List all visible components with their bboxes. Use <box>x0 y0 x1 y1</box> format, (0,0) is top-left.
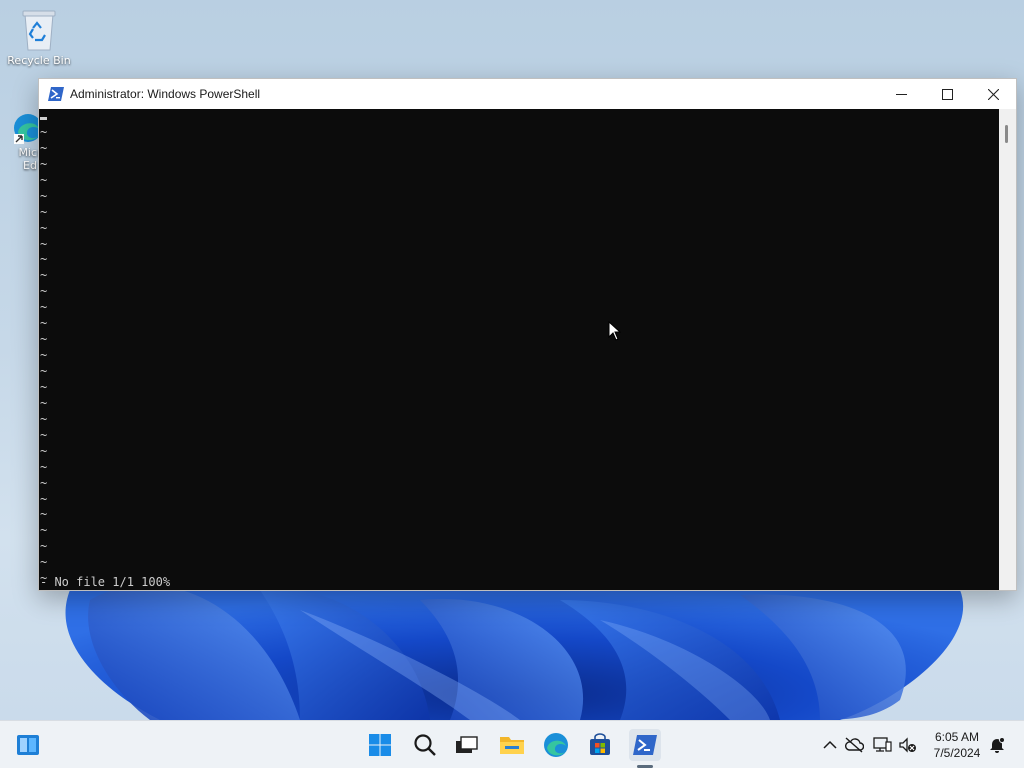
close-button[interactable] <box>970 79 1016 109</box>
chevron-up-icon <box>823 740 837 749</box>
empty-buffer-line: ~ <box>40 507 48 522</box>
powershell-taskbar-button[interactable] <box>629 729 661 761</box>
store-icon <box>590 733 610 755</box>
empty-buffer-line: ~ <box>40 124 48 139</box>
onedrive-tray-icon[interactable] <box>843 733 865 757</box>
powershell-icon <box>48 87 64 101</box>
maximize-button[interactable] <box>924 79 970 109</box>
empty-buffer-line: ~ <box>40 332 48 347</box>
empty-buffer-line: ~ <box>40 411 48 426</box>
empty-buffer-line: ~ <box>40 364 48 378</box>
start-button[interactable] <box>364 729 396 761</box>
show-hidden-icons-button[interactable] <box>819 733 841 757</box>
powershell-window[interactable]: Administrator: Windows PowerShell ~ ~ ~ ~ ~ ~… <box>38 78 1017 591</box>
empty-buffer-line: ~ <box>40 427 48 442</box>
empty-buffer-line: ~ <box>40 204 48 219</box>
recycle-bin-icon <box>22 10 56 51</box>
clock-time: 6:05 AM <box>934 730 980 744</box>
network-tray-icon[interactable] <box>871 733 893 757</box>
console-scrollbar[interactable] <box>999 109 1016 590</box>
task-view-button[interactable] <box>450 729 482 761</box>
empty-buffer-line: ~ <box>40 475 48 490</box>
empty-buffer-line: ~ <box>40 459 48 474</box>
empty-buffer-line: ~ <box>40 188 48 203</box>
desktop: Recycle Bin Micr Ed Administrator: Windo… <box>0 0 1024 768</box>
empty-buffer-line: ~ <box>40 252 48 267</box>
file-explorer-button[interactable] <box>496 729 528 761</box>
taskbar: 6:05 AM 7/5/2024 <box>0 720 1024 768</box>
notification-bell-icon <box>990 737 1005 753</box>
empty-buffer-line: ~ <box>40 236 48 251</box>
empty-buffer-line: ~ <box>40 348 48 363</box>
edge-icon <box>544 733 568 757</box>
cloud-offline-icon <box>845 737 864 753</box>
search-icon <box>414 734 436 756</box>
window-title: Administrator: Windows PowerShell <box>70 87 261 101</box>
desktop-icon-label: Recycle Bin <box>7 54 71 67</box>
mouse-pointer-icon <box>608 321 622 341</box>
empty-buffer-line: ~ <box>40 571 48 586</box>
title-bar[interactable]: Administrator: Windows PowerShell <box>39 79 1016 109</box>
console-area[interactable]: ~ ~ ~ ~ ~ ~ ~ ~ ~ ~ ~ ~ ~ ~ ~ ~ ~ ~ ~ ~ ~ ~ ~ ~ ~ ~ ~ ~ ~ - No file … <box>39 109 999 590</box>
folder-icon <box>500 737 524 754</box>
empty-buffer-line: ~ <box>40 220 48 235</box>
console-cursor-line <box>40 109 999 125</box>
minimize-icon <box>895 93 907 95</box>
empty-buffer-line: ~ <box>40 395 48 410</box>
tilde-lines: ~ ~ ~ ~ ~ ~ ~ ~ ~ ~ ~ ~ ~ ~ ~ ~ ~ ~ ~ ~ ~ ~ ~ ~ ~ ~ ~ ~ ~ <box>40 125 999 587</box>
scrollbar-thumb[interactable] <box>1005 125 1008 143</box>
empty-buffer-line: ~ <box>40 140 48 155</box>
empty-buffer-line: ~ <box>40 491 48 506</box>
widgets-icon <box>17 735 39 755</box>
task-view-icon <box>456 736 478 753</box>
empty-buffer-line: ~ <box>40 300 48 315</box>
empty-buffer-line: ~ <box>40 443 48 458</box>
powershell-icon <box>633 735 657 755</box>
empty-buffer-line: ~ <box>40 523 48 538</box>
volume-tray-icon[interactable] <box>897 733 919 757</box>
window-controls <box>878 79 1016 109</box>
volume-muted-icon <box>899 737 916 753</box>
empty-buffer-line: ~ <box>40 268 48 283</box>
widgets-button[interactable] <box>12 729 44 761</box>
clock-date: 7/5/2024 <box>933 746 981 760</box>
text-cursor <box>40 117 47 120</box>
maximize-icon <box>941 88 953 100</box>
search-button[interactable] <box>409 729 441 761</box>
empty-buffer-line: ~ <box>40 316 48 331</box>
windows-logo-icon <box>369 734 391 756</box>
edge-taskbar-button[interactable] <box>540 729 572 761</box>
empty-buffer-line: ~ <box>40 156 48 171</box>
network-icon <box>873 737 892 752</box>
close-icon <box>987 88 999 100</box>
notifications-button[interactable] <box>986 733 1008 757</box>
empty-buffer-line: ~ <box>40 555 48 570</box>
desktop-icon-recycle-bin[interactable]: Recycle Bin <box>3 8 75 67</box>
empty-buffer-line: ~ <box>40 539 48 554</box>
store-button[interactable] <box>584 729 616 761</box>
empty-buffer-line: ~ <box>40 379 48 394</box>
minimize-button[interactable] <box>878 79 924 109</box>
taskbar-clock[interactable]: 6:05 AM 7/5/2024 <box>922 729 992 761</box>
empty-buffer-line: ~ <box>40 284 48 299</box>
vim-status-line: - No file 1/1 100% <box>40 575 171 589</box>
empty-buffer-line: ~ <box>40 172 48 187</box>
